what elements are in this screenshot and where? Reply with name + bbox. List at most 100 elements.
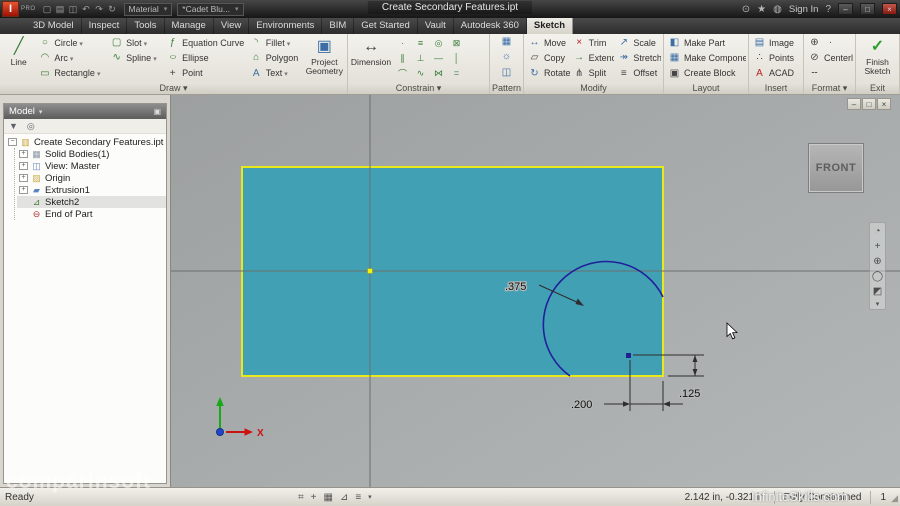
search-icon[interactable]: ⊙	[742, 4, 750, 15]
open-file-icon[interactable]: ▤	[54, 4, 67, 15]
tab-inspect[interactable]: Inspect	[82, 18, 128, 34]
doc-minimize-button[interactable]: –	[847, 98, 861, 110]
orbit-icon[interactable]: ◯	[870, 269, 885, 284]
equal-constraint-icon[interactable]: =	[448, 66, 465, 80]
concentric-constraint-icon[interactable]: ◎	[430, 36, 447, 50]
symmetric-constraint-icon[interactable]: ⋈	[430, 66, 447, 80]
slice-graphics-icon[interactable]: ⊿	[340, 492, 348, 503]
line-button[interactable]: ╱ Line	[2, 35, 35, 81]
panel-label-pattern[interactable]: Pattern	[490, 82, 523, 94]
graphics-window[interactable]: .375 .200 .125 X FRONT ◔ + ⊕ ◯ ◩ ▾ – □ ×	[171, 95, 900, 487]
tab-bim[interactable]: BIM	[322, 18, 355, 34]
coincident-constraint-icon[interactable]: ∙	[394, 36, 411, 50]
tab-view[interactable]: View	[214, 18, 250, 34]
tree-item-sketch2[interactable]: ⊿ Sketch2	[17, 196, 166, 208]
panel-label-exit[interactable]: Exit	[856, 82, 899, 94]
text-button[interactable]: A Text	[248, 66, 303, 80]
precise-input-icon[interactable]: +	[311, 492, 317, 503]
tree-item-extrusion1[interactable]: + ▰ Extrusion1	[17, 184, 166, 196]
project-geometry-button[interactable]: ▣ Project Geometry	[304, 35, 345, 81]
options-list-icon[interactable]: ≡	[355, 492, 361, 503]
resize-grip[interactable]: ◢	[891, 493, 898, 504]
slot-button[interactable]: ▢ Slot	[108, 36, 163, 50]
acad-button[interactable]: A ACAD	[751, 66, 801, 80]
construction-icon[interactable]: ⊕	[808, 37, 821, 48]
dimension-button[interactable]: ↔ Dimension	[350, 35, 392, 81]
view-cube[interactable]: FRONT	[808, 143, 864, 193]
close-button[interactable]: ×	[882, 3, 897, 15]
panel-label-constrain[interactable]: Constrain ▾	[348, 82, 489, 94]
mirror-icon[interactable]: ◫	[500, 67, 513, 80]
tangent-constraint-icon[interactable]: ⌒	[394, 66, 411, 80]
expand-icon[interactable]: +	[19, 162, 28, 170]
smooth-constraint-icon[interactable]: ∿	[412, 66, 429, 80]
horizontal-constraint-icon[interactable]: ―	[430, 51, 447, 65]
panel-label-modify[interactable]: Modify	[524, 82, 663, 94]
material-dropdown[interactable]: Material ▾	[123, 2, 173, 16]
tree-item-view-master[interactable]: + ◫ View: Master	[17, 160, 166, 172]
tab-sketch[interactable]: Sketch	[526, 18, 574, 34]
extend-button[interactable]: → Extend	[571, 51, 614, 65]
rectangular-pattern-icon[interactable]: ▦	[500, 36, 513, 49]
browser-options-icon[interactable]: ▣	[153, 107, 161, 116]
navigation-wheel-icon[interactable]: ◔	[870, 224, 885, 239]
origin-point[interactable]	[367, 268, 373, 274]
tab-tools[interactable]: Tools	[127, 18, 165, 34]
redo-icon[interactable]: ↷	[93, 4, 106, 15]
panel-label-draw[interactable]: Draw ▾	[0, 82, 347, 94]
fix-constraint-icon[interactable]: ⊠	[448, 36, 465, 50]
polygon-button[interactable]: ⌂ Polygon	[248, 51, 303, 65]
favorites-icon[interactable]: ★	[757, 4, 766, 15]
centerline-button[interactable]: ⊘Centerline	[806, 51, 853, 65]
panel-label-insert[interactable]: Insert	[749, 82, 803, 94]
doc-restore-button[interactable]: □	[862, 98, 876, 110]
rotate-button[interactable]: ↻ Rotate	[526, 66, 569, 80]
look-at-icon[interactable]: ◩	[870, 284, 885, 299]
tab-get-started[interactable]: Get Started	[354, 18, 418, 34]
tab-3d-model[interactable]: 3D Model	[26, 18, 82, 34]
browser-header[interactable]: Model ▾ ▣	[4, 104, 166, 119]
navigation-bar-menu-icon[interactable]: ▾	[870, 299, 885, 308]
height-dimension[interactable]: .125	[678, 387, 702, 402]
expand-icon[interactable]: +	[19, 186, 28, 194]
undo-icon[interactable]: ↶	[80, 4, 93, 15]
perpendicular-constraint-icon[interactable]: ⊥	[412, 51, 429, 65]
maximize-button[interactable]: □	[860, 3, 875, 15]
collinear-constraint-icon[interactable]: ≡	[412, 36, 429, 50]
spline-button[interactable]: ∿ Spline	[108, 51, 163, 65]
make-components-button[interactable]: ▦Make Components	[666, 51, 746, 65]
move-button[interactable]: ↔ Move	[526, 36, 570, 50]
radius-dimension[interactable]: .375	[504, 280, 528, 295]
fillet-button[interactable]: ◝ Fillet	[248, 36, 303, 50]
image-button[interactable]: ▤ Image	[751, 36, 801, 50]
help-icon[interactable]: ?	[825, 4, 831, 15]
arc-button[interactable]: ◠ Arc	[36, 51, 107, 65]
tree-item-origin[interactable]: + ▨ Origin	[17, 172, 166, 184]
rectangle-button[interactable]: ▭ Rectangle	[36, 66, 107, 80]
filter-icon[interactable]: ▼	[9, 121, 18, 131]
vertical-constraint-icon[interactable]: │	[448, 51, 465, 65]
create-block-button[interactable]: ▣ Create Block	[666, 66, 746, 80]
expand-icon[interactable]: +	[19, 174, 28, 182]
arc-center-point[interactable]	[626, 353, 631, 358]
circle-button[interactable]: ○ Circle	[36, 36, 107, 50]
split-button[interactable]: ⋔ Split	[571, 66, 615, 80]
point-button[interactable]: + Point	[164, 66, 247, 80]
tree-item-solid-bodies[interactable]: + ▦ Solid Bodies(1)	[17, 148, 166, 160]
equation-curve-button[interactable]: ƒ Equation Curve	[164, 36, 247, 50]
collapse-icon[interactable]: −	[8, 138, 17, 146]
make-part-button[interactable]: ◧ Make Part	[666, 36, 746, 50]
offset-button[interactable]: ≡ Offset	[615, 66, 661, 80]
minimize-button[interactable]: –	[838, 3, 853, 15]
ellipse-button[interactable]: ○ Ellipse	[164, 51, 247, 65]
panel-label-format[interactable]: Format ▾	[804, 82, 855, 94]
dropdown-arrow-icon[interactable]: ▾	[368, 493, 372, 501]
doc-close-button[interactable]: ×	[877, 98, 891, 110]
communication-center-icon[interactable]: ◍	[773, 4, 782, 15]
sign-in-button[interactable]: Sign In	[789, 4, 819, 15]
expand-icon[interactable]: +	[19, 150, 28, 158]
tree-item-end-of-part[interactable]: ⊖ End of Part	[17, 208, 166, 220]
scale-button[interactable]: ↗ Scale	[615, 36, 661, 50]
driven-dimension-icon[interactable]: ╌	[808, 68, 821, 79]
stretch-button[interactable]: ↠ Stretch	[615, 51, 661, 65]
